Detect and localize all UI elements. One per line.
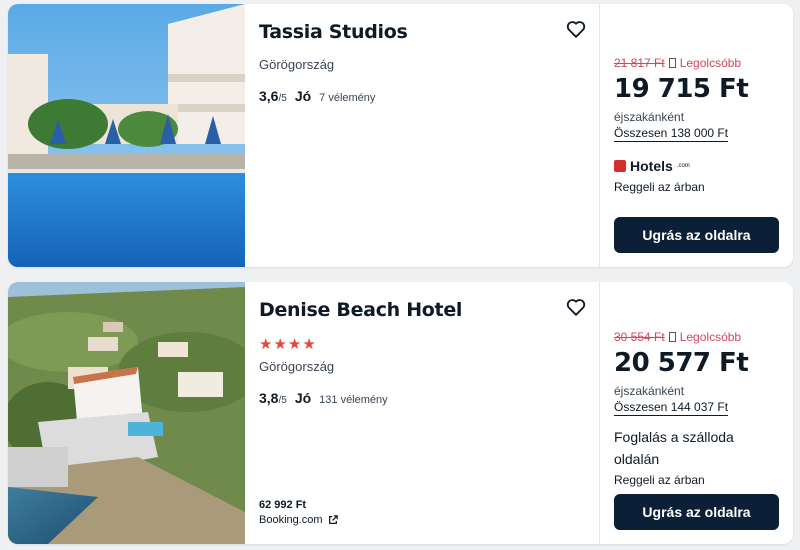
hotel-name[interactable]: Denise Beach Hotel bbox=[259, 299, 585, 321]
go-to-site-button[interactable]: Ugrás az oldalra bbox=[614, 217, 779, 253]
heart-icon[interactable] bbox=[565, 18, 587, 40]
hotel-country: Görögország bbox=[259, 57, 335, 72]
rating: 3,6/5 Jó 7 vélemény bbox=[259, 88, 585, 104]
provider-suffix: .com bbox=[676, 163, 690, 169]
hotel-country: Görögország bbox=[259, 359, 335, 374]
hotel-card[interactable]: Denise Beach Hotel ★★★★ Görögország 3,8/… bbox=[8, 282, 793, 544]
price-column: 30 554 Ft Legolcsóbb 20 577 Ft éjszakánk… bbox=[600, 282, 793, 544]
provider-name: Hotels bbox=[630, 158, 673, 174]
review-count[interactable]: 131 vélemény bbox=[319, 394, 388, 406]
alternative-offer[interactable]: 62 992 Ft Booking.com bbox=[259, 499, 338, 526]
hotel-photo[interactable] bbox=[8, 282, 245, 544]
rating: 3,8/5 Jó 131 vélemény bbox=[259, 390, 585, 406]
hotel-info: Tassia Studios Görögország 3,6/5 Jó 7 vé… bbox=[245, 4, 600, 267]
alt-source: Booking.com bbox=[259, 514, 323, 526]
total-price[interactable]: Összesen 138 000 Ft bbox=[614, 126, 729, 142]
review-count[interactable]: 7 vélemény bbox=[319, 92, 375, 104]
rating-word: Jó bbox=[294, 390, 312, 406]
external-link-icon bbox=[328, 515, 338, 524]
alt-price: 62 992 Ft bbox=[259, 499, 307, 511]
price-column: 21 817 Ft Legolcsóbb 19 715 Ft éjszakánk… bbox=[600, 4, 793, 267]
hotel-info: Denise Beach Hotel ★★★★ Görögország 3,8/… bbox=[245, 282, 600, 544]
rating-max: /5 bbox=[278, 93, 287, 104]
cheapest-badge: Legolcsóbb bbox=[679, 56, 742, 70]
info-icon bbox=[668, 58, 676, 68]
rating-score: 3,8 bbox=[259, 390, 279, 406]
pool-photo-illustration bbox=[8, 4, 245, 267]
rating-word: Jó bbox=[294, 88, 312, 104]
price: 20 577 Ft bbox=[614, 348, 749, 378]
hotel-photo[interactable] bbox=[8, 4, 245, 267]
go-to-site-button[interactable]: Ugrás az oldalra bbox=[614, 494, 779, 530]
heart-icon[interactable] bbox=[565, 296, 587, 318]
rating-score: 3,6 bbox=[259, 88, 279, 104]
rating-max: /5 bbox=[278, 395, 287, 406]
coast-photo-illustration bbox=[8, 282, 245, 544]
star-rating: ★★★★ bbox=[259, 336, 317, 353]
per-night-label: éjszakánként bbox=[614, 110, 685, 124]
hotel-card[interactable]: Tassia Studios Görögország 3,6/5 Jó 7 vé… bbox=[8, 4, 793, 267]
info-icon bbox=[668, 332, 676, 342]
hotel-name[interactable]: Tassia Studios bbox=[259, 21, 585, 43]
old-price-line: 21 817 Ft Legolcsóbb bbox=[614, 56, 779, 70]
price: 19 715 Ft bbox=[614, 74, 749, 104]
breakfast-included: Reggeli az árban bbox=[614, 473, 705, 487]
alt-source-link[interactable]: Booking.com bbox=[259, 514, 338, 526]
per-night-label: éjszakánként bbox=[614, 384, 685, 398]
old-price-line: 30 554 Ft Legolcsóbb bbox=[614, 330, 779, 344]
total-price[interactable]: Összesen 144 037 Ft bbox=[614, 400, 729, 416]
cheapest-badge: Legolcsóbb bbox=[679, 330, 742, 344]
old-price: 30 554 Ft bbox=[614, 330, 665, 344]
breakfast-included: Reggeli az árban bbox=[614, 180, 705, 194]
provider-logo: Hotels .com bbox=[614, 158, 779, 174]
old-price: 21 817 Ft bbox=[614, 56, 665, 70]
hotels-logo-icon bbox=[614, 160, 626, 172]
provider-text: Foglalás a szálloda oldalán bbox=[614, 429, 734, 467]
